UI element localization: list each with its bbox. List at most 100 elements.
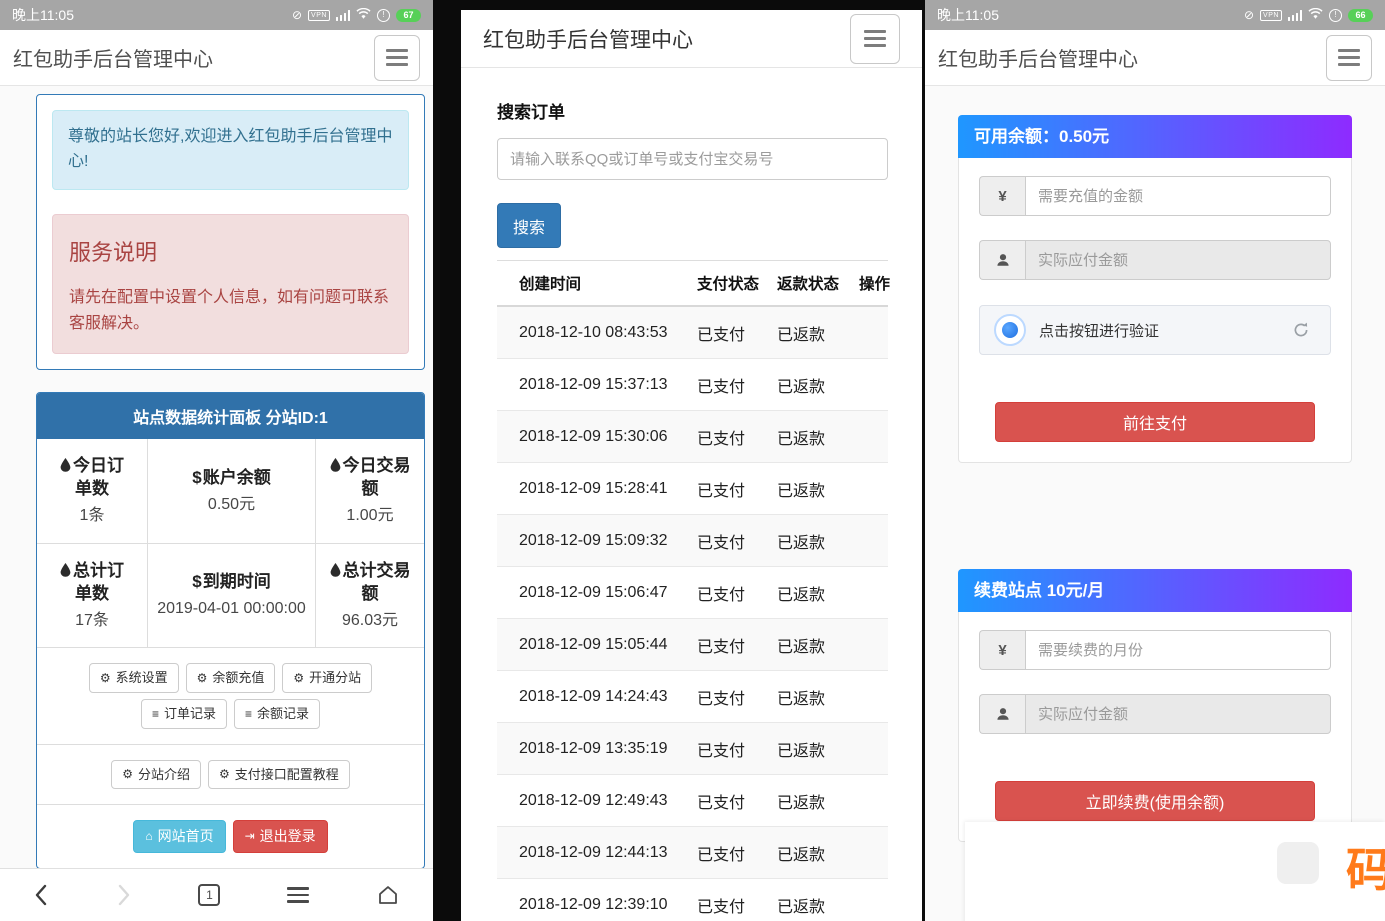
go-pay-button[interactable]: 前往支付: [995, 402, 1315, 442]
cell-refund-status: 已返款: [777, 425, 859, 449]
browser-home-button[interactable]: [368, 880, 408, 910]
cell-refund-status: 已返款: [777, 685, 859, 709]
vpn-icon: VPN: [308, 10, 330, 21]
status-time: 晚上11:05: [12, 5, 74, 25]
stat-total-orders: 总计订单数 17条: [37, 544, 148, 648]
droplet-icon: [330, 456, 343, 475]
cell-refund-status: 已返款: [777, 737, 859, 761]
recharge-card: 可用余额：0.50元 ¥ 点击按钮进行验证 前往支付: [958, 115, 1352, 463]
back-button[interactable]: [25, 880, 57, 910]
watermark-overlay: 码: [965, 822, 1385, 921]
balance-recharge-button[interactable]: ⚙余额充值: [186, 663, 276, 693]
site-home-button[interactable]: ⌂网站首页: [133, 820, 225, 853]
search-section-title: 搜索订单: [497, 98, 888, 123]
hamburger-menu-button[interactable]: [1326, 35, 1372, 81]
app-header: 红包助手后台管理中心: [925, 30, 1385, 86]
alert-circle-icon: !: [1329, 9, 1342, 22]
stat-expire-time: $到期时间 2019-04-01 00:00:00: [148, 544, 316, 648]
cell-pay-status: 已支付: [697, 685, 777, 709]
yen-icon: ¥: [979, 176, 1025, 216]
cell-created-time: 2018-12-09 15:09:32: [519, 532, 697, 550]
header-created-time: 创建时间: [519, 272, 697, 294]
cell-pay-status: 已支付: [697, 425, 777, 449]
cell-refund-status: 已返款: [777, 529, 859, 553]
wifi-icon: [1308, 7, 1323, 23]
browser-menu-button[interactable]: [279, 883, 317, 906]
cell-created-time: 2018-12-09 12:39:10: [519, 896, 697, 914]
renew-now-button[interactable]: 立即续费(使用余额): [995, 781, 1315, 821]
recharge-body: 可用余额：0.50元 ¥ 点击按钮进行验证 前往支付 续费站点: [925, 86, 1385, 921]
screen-dashboard: 晚上11:05 ⊘ VPN ! 67 红包助手后台管理中心 尊敬的站长您好,欢迎…: [0, 0, 433, 921]
dollar-icon: $: [192, 572, 201, 591]
cell-pay-status: 已支付: [697, 737, 777, 761]
cell-refund-status: 已返款: [777, 321, 859, 345]
captcha-refresh-button[interactable]: [1286, 320, 1316, 340]
signal-icon: [336, 10, 350, 21]
stats-table: 今日订单数 1条 $账户余额 0.50元 今日交易额 1.00元 总计订单数 1…: [37, 439, 424, 648]
header-pay-status: 支付状态: [697, 272, 777, 294]
tab-count: 1: [198, 884, 220, 906]
table-row: 2018-12-09 15:09:32 已支付 已返款: [497, 515, 888, 567]
renew-card-title: 续费站点 10元/月: [958, 569, 1352, 612]
vpn-icon: VPN: [1260, 10, 1282, 21]
order-records-button[interactable]: ≡订单记录: [141, 699, 227, 729]
captcha-dot-icon: [1002, 322, 1018, 338]
open-branch-button[interactable]: ⚙开通分站: [282, 663, 372, 693]
stat-account-balance: $账户余额 0.50元: [148, 439, 316, 543]
system-settings-button[interactable]: ⚙系统设置: [89, 663, 179, 693]
action-buttons-block: ⚙系统设置 ⚙余额充值 ⚙开通分站 ≡订单记录 ≡余额记录: [37, 648, 424, 744]
hamburger-menu-button[interactable]: [374, 35, 420, 81]
logout-icon: ⇥: [245, 830, 255, 842]
app-header: 红包助手后台管理中心: [0, 30, 433, 86]
battery-icon: 66: [1348, 9, 1373, 22]
table-row: 2018-12-09 12:49:43 已支付 已返款: [497, 775, 888, 827]
header-refund-status: 返款状态: [777, 272, 859, 294]
service-note-alert: 服务说明 请先在配置中设置个人信息，如有问题可联系客服解决。: [52, 214, 409, 355]
recharge-amount-group: ¥: [979, 176, 1331, 216]
page-title: 红包助手后台管理中心: [938, 43, 1138, 72]
hamburger-menu-button[interactable]: [850, 14, 900, 64]
orders-table-header: 创建时间 支付状态 返款状态 操作: [497, 260, 888, 307]
logout-button[interactable]: ⇥退出登录: [233, 820, 328, 853]
search-button[interactable]: 搜索: [497, 203, 561, 248]
recharge-amount-input[interactable]: [1025, 176, 1331, 216]
service-note-title: 服务说明: [69, 235, 392, 267]
order-search-input[interactable]: [497, 138, 888, 180]
cell-created-time: 2018-12-09 15:06:47: [519, 584, 697, 602]
mute-icon: ⊘: [292, 9, 302, 21]
branch-intro-button[interactable]: ⚙分站介绍: [111, 760, 201, 790]
person-icon: [979, 240, 1025, 280]
cell-refund-status: 已返款: [777, 581, 859, 605]
captcha-verify-button[interactable]: [994, 314, 1026, 346]
recharge-actual-amount-input[interactable]: [1025, 240, 1331, 280]
status-time: 晚上11:05: [937, 5, 999, 25]
droplet-icon: [60, 456, 73, 475]
menu-icon: [287, 887, 309, 902]
cell-pay-status: 已支付: [697, 373, 777, 397]
welcome-panel: 尊敬的站长您好,欢迎进入红包助手后台管理中心! 服务说明 请先在配置中设置个人信…: [36, 94, 425, 370]
cell-refund-status: 已返款: [777, 789, 859, 813]
dashboard-body: 尊敬的站长您好,欢迎进入红包助手后台管理中心! 服务说明 请先在配置中设置个人信…: [0, 86, 433, 868]
page-title: 红包助手后台管理中心: [483, 24, 693, 54]
stat-today-volume: 今日交易额 1.00元: [316, 439, 424, 543]
captcha-label: 点击按钮进行验证: [1039, 320, 1159, 341]
table-row: 2018-12-09 13:35:19 已支付 已返款: [497, 723, 888, 775]
captcha-widget[interactable]: 点击按钮进行验证: [979, 305, 1331, 355]
tabs-button[interactable]: 1: [190, 880, 228, 910]
table-row: 2018-12-09 15:28:41 已支付 已返款: [497, 463, 888, 515]
app-header: 红包助手后台管理中心: [461, 10, 922, 68]
table-row: 2018-12-09 15:30:06 已支付 已返款: [497, 411, 888, 463]
screen-recharge: 晚上11:05 ⊘ VPN ! 66 红包助手后台管理中心 可用余额：0.50元…: [925, 0, 1385, 921]
forward-button[interactable]: [108, 880, 140, 910]
renew-months-input[interactable]: [1025, 630, 1331, 670]
order-search-body: 搜索订单 搜索 创建时间 支付状态 返款状态 操作 2018-12-10 08:…: [461, 98, 922, 921]
cell-created-time: 2018-12-09 15:30:06: [519, 428, 697, 446]
balance-records-button[interactable]: ≡余额记录: [234, 699, 320, 729]
cell-refund-status: 已返款: [777, 373, 859, 397]
renew-actual-amount-input[interactable]: [1025, 694, 1331, 734]
cell-created-time: 2018-12-09 15:37:13: [519, 376, 697, 394]
gear-icon: ⚙: [219, 768, 230, 780]
payment-config-guide-button[interactable]: ⚙支付接口配置教程: [208, 760, 350, 790]
table-row: 2018-12-09 12:44:13 已支付 已返款: [497, 827, 888, 879]
orders-table-body: 2018-12-10 08:43:53 已支付 已返款 2018-12-09 1…: [497, 307, 888, 921]
